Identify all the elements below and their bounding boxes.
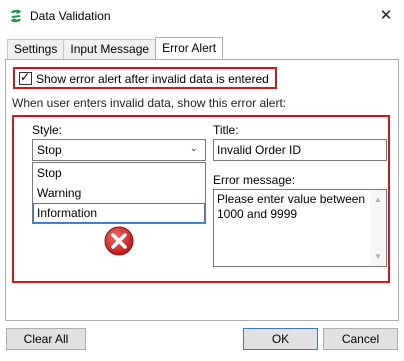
style-select[interactable]: Stop ⌄ xyxy=(32,139,206,161)
title-input[interactable]: Invalid Order ID xyxy=(213,139,387,161)
style-select-value: Stop xyxy=(37,143,62,157)
tab-strip: Settings Input Message Error Alert xyxy=(7,37,224,59)
clear-all-button[interactable]: Clear All xyxy=(6,328,86,350)
section-label: When user enters invalid data, show this… xyxy=(12,96,287,110)
checkmark-icon: ✓ xyxy=(20,70,31,84)
title-label: Title: xyxy=(213,123,239,137)
close-icon[interactable]: ✕ xyxy=(376,6,396,26)
style-label: Style: xyxy=(32,123,63,137)
window-title: Data Validation xyxy=(30,9,111,23)
data-validation-dialog: Data Validation ✕ Settings Input Message… xyxy=(0,0,404,361)
tab-input-message[interactable]: Input Message xyxy=(63,39,157,59)
title-bar: Data Validation ✕ xyxy=(0,0,404,32)
error-message-text: Please enter value between 1000 and 9999 xyxy=(217,192,366,221)
style-option-stop[interactable]: Stop xyxy=(33,163,205,183)
cancel-button[interactable]: Cancel xyxy=(323,328,398,350)
chevron-down-icon: ⌄ xyxy=(189,143,198,154)
ok-button[interactable]: OK xyxy=(243,328,318,350)
show-alert-highlight: ✓ Show error alert after invalid data is… xyxy=(13,67,277,89)
tab-error-alert[interactable]: Error Alert xyxy=(155,37,224,59)
app-logo-icon xyxy=(11,9,21,23)
error-message-textarea[interactable]: Please enter value between 1000 and 9999… xyxy=(213,189,387,267)
tab-settings[interactable]: Settings xyxy=(7,39,65,59)
style-option-warning[interactable]: Warning xyxy=(33,183,205,203)
scroll-up-icon[interactable]: ▲ xyxy=(374,192,382,207)
show-alert-label[interactable]: Show error alert after invalid data is e… xyxy=(36,72,269,86)
show-alert-checkbox[interactable]: ✓ xyxy=(19,70,32,85)
scroll-down-icon[interactable]: ▼ xyxy=(374,249,382,264)
error-stop-icon xyxy=(104,226,134,256)
style-dropdown-list: Stop Warning Information xyxy=(32,162,206,224)
message-scrollbar[interactable]: ▲ ▼ xyxy=(370,190,386,266)
style-option-information[interactable]: Information xyxy=(33,203,205,223)
message-label: Error message: xyxy=(213,173,296,187)
